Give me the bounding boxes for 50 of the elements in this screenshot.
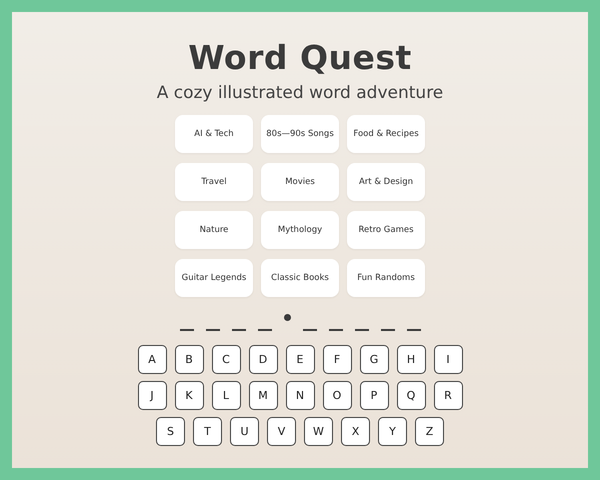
category-button[interactable]: Travel: [175, 163, 253, 201]
letter-key[interactable]: N: [286, 381, 314, 410]
letter-key[interactable]: F: [322, 345, 352, 374]
letter-key[interactable]: V: [267, 417, 296, 446]
letter-key[interactable]: Z: [415, 417, 444, 446]
letter-key[interactable]: U: [230, 417, 259, 446]
letter-key[interactable]: S: [156, 417, 185, 446]
letter-key[interactable]: Q: [396, 381, 426, 410]
category-button[interactable]: Guitar Legends: [175, 259, 253, 297]
letter-key[interactable]: L: [212, 381, 240, 410]
category-button[interactable]: Movies: [261, 163, 339, 201]
letter-key[interactable]: T: [193, 417, 222, 446]
letter-blank: [328, 328, 342, 331]
letter-blank: [180, 328, 194, 331]
letter-key[interactable]: D: [248, 345, 278, 374]
game-subtitle: A cozy illustrated word adventure: [156, 82, 444, 104]
letter-key[interactable]: R: [434, 381, 462, 410]
category-button[interactable]: Fun Randoms: [347, 259, 425, 297]
letter-blank: [232, 328, 246, 331]
letter-key[interactable]: G: [360, 345, 388, 374]
letter-key[interactable]: P: [360, 381, 388, 410]
letter-key[interactable]: M: [248, 381, 278, 410]
category-button[interactable]: Classic Books: [261, 259, 339, 297]
letter-key[interactable]: W: [304, 417, 333, 446]
category-button[interactable]: 80s—90s Songs: [261, 115, 339, 153]
letter-blank: [406, 328, 420, 331]
letter-blank: [380, 328, 394, 331]
letter-key[interactable]: E: [286, 345, 314, 374]
letter-key[interactable]: I: [434, 345, 462, 374]
letter-key[interactable]: X: [341, 417, 370, 446]
game-title: Word Quest: [188, 38, 412, 78]
category-button[interactable]: Art & Design: [347, 163, 425, 201]
letter-key[interactable]: O: [322, 381, 352, 410]
letter-blank: [258, 328, 272, 331]
letter-blank: [302, 328, 316, 331]
category-button[interactable]: Nature: [175, 211, 253, 249]
category-button[interactable]: Mythology: [261, 211, 339, 249]
letter-key[interactable]: A: [138, 345, 166, 374]
letter-blank: [354, 328, 368, 331]
category-button[interactable]: Retro Games: [347, 211, 425, 249]
word-separator-dot: [284, 314, 290, 321]
letter-blank: [206, 328, 220, 331]
letter-key[interactable]: C: [212, 345, 240, 374]
letter-key[interactable]: J: [138, 381, 166, 410]
letter-key[interactable]: K: [174, 381, 204, 410]
category-button[interactable]: AI & Tech: [175, 115, 253, 153]
letter-key[interactable]: H: [396, 345, 426, 374]
letter-key[interactable]: B: [174, 345, 204, 374]
letter-key[interactable]: Y: [378, 417, 407, 446]
category-button[interactable]: Food & Recipes: [347, 115, 425, 153]
